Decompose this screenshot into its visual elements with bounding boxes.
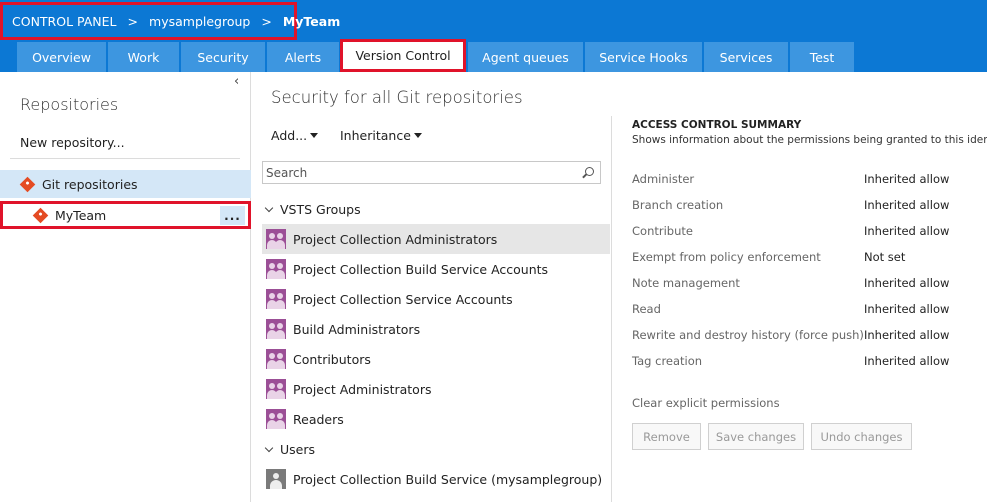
tab-agent-queues[interactable]: Agent queues (468, 42, 583, 72)
repositories-title: Repositories (20, 95, 119, 114)
group-icon (266, 229, 286, 249)
caret-down-icon (413, 133, 422, 138)
permission-name: Contribute (632, 224, 693, 238)
permission-value[interactable]: Inherited allow (864, 172, 949, 186)
permission-name: Tag creation (632, 354, 703, 368)
identity-name: Build Administrators (293, 321, 421, 337)
undo-changes-button[interactable]: Undo changes (811, 423, 912, 450)
identity-name: Project Collection Build Service Account… (293, 261, 549, 277)
breadcrumb-separator: > (127, 13, 139, 29)
group-icon (266, 259, 286, 279)
clear-explicit-permissions-link[interactable]: Clear explicit permissions (632, 396, 780, 410)
permission-value[interactable]: Inherited allow (864, 198, 949, 212)
tab-work[interactable]: Work (108, 42, 179, 72)
tree-item-myteam[interactable]: MyTeam ... (0, 201, 251, 229)
breadcrumb-project[interactable]: MyTeam (283, 14, 340, 29)
page-title: Security for all Git repositories (271, 88, 523, 107)
identity-name: Project Collection Service Accounts (293, 291, 513, 307)
users-header[interactable]: Users (264, 442, 316, 457)
breadcrumb: CONTROL PANEL > mysamplegroup > MyTeam (0, 2, 340, 40)
inheritance-label: Inheritance (340, 128, 411, 143)
save-changes-button[interactable]: Save changes (708, 423, 804, 450)
identity-name: Project Administrators (293, 381, 432, 397)
group-icon (266, 409, 286, 429)
tab-overview[interactable]: Overview (17, 42, 106, 72)
tab-security[interactable]: Security (181, 42, 265, 72)
group-icon (266, 319, 286, 339)
identity-row[interactable]: Build Administrators (262, 314, 610, 344)
permission-value[interactable]: Inherited allow (864, 276, 949, 290)
chevron-down-icon (264, 443, 274, 452)
chevron-down-icon (264, 203, 274, 212)
group-icon (266, 349, 286, 369)
permission-value[interactable]: Inherited allow (864, 302, 949, 316)
identity-row[interactable]: Project Collection Build Service Account… (262, 254, 610, 284)
tab-alerts[interactable]: Alerts (267, 42, 339, 72)
permission-name: Note management (632, 276, 740, 290)
tree-item-label: Git repositories (42, 176, 138, 192)
breadcrumb-control-panel[interactable]: CONTROL PANEL (12, 14, 117, 29)
permission-name: Administer (632, 172, 695, 186)
identity-row[interactable]: Project Collection Administrators (262, 224, 610, 254)
breadcrumb-separator: > (261, 13, 272, 29)
permission-value[interactable]: Inherited allow (864, 354, 949, 368)
group-header-label: VSTS Groups (280, 202, 361, 217)
tab-bar: Overview Work Security Alerts Version Co… (0, 39, 987, 72)
add-label: Add... (271, 128, 308, 143)
identity-row[interactable]: Project Administrators (262, 374, 610, 404)
search-input[interactable]: Search (262, 161, 601, 184)
permission-name: Read (632, 302, 661, 316)
divider (10, 158, 240, 159)
identity-row[interactable]: Readers (262, 404, 610, 434)
git-repo-icon (32, 207, 49, 223)
remove-button[interactable]: Remove (632, 423, 701, 450)
identity-row[interactable]: Project Collection Service Accounts (262, 284, 610, 314)
identity-name: Project Collection Build Service (mysamp… (293, 471, 603, 487)
permission-value[interactable]: Not set (864, 250, 905, 264)
tab-service-hooks[interactable]: Service Hooks (585, 42, 702, 72)
permission-name: Exempt from policy enforcement (632, 250, 821, 264)
git-icon (19, 176, 36, 192)
user-icon (266, 469, 286, 489)
permission-value[interactable]: Inherited allow (864, 328, 949, 342)
summary-description: Shows information about the permissions … (632, 134, 987, 146)
inheritance-menu-button[interactable]: Inheritance (340, 128, 422, 143)
vsts-groups-header[interactable]: VSTS Groups (264, 202, 361, 217)
permission-name: Rewrite and destroy history (force push) (632, 328, 864, 342)
group-header-label: Users (280, 442, 316, 457)
tree-item-label: MyTeam (55, 207, 107, 223)
identity-name: Readers (293, 411, 344, 427)
permission-value[interactable]: Inherited allow (864, 224, 949, 238)
more-actions-button[interactable]: ... (220, 206, 245, 225)
group-icon (266, 379, 286, 399)
tree-item-git-repositories[interactable]: Git repositories (0, 170, 251, 198)
breadcrumb-collection[interactable]: mysamplegroup (149, 14, 250, 29)
tab-services[interactable]: Services (704, 42, 788, 72)
add-menu-button[interactable]: Add... (271, 128, 319, 143)
permission-name: Branch creation (632, 198, 724, 212)
identity-name: Contributors (293, 351, 371, 367)
group-icon (266, 289, 286, 309)
identity-row[interactable]: Contributors (262, 344, 610, 374)
identity-name: Project Collection Administrators (293, 231, 498, 247)
search-icon[interactable] (585, 167, 594, 176)
summary-title: ACCESS CONTROL SUMMARY (632, 119, 802, 131)
tab-version-control[interactable]: Version Control (340, 39, 466, 72)
identity-row[interactable]: Project Collection Build Service (mysamp… (262, 464, 610, 494)
collapse-pane-icon[interactable]: ‹ (234, 74, 239, 89)
search-placeholder: Search (266, 165, 308, 180)
tab-test[interactable]: Test (790, 42, 854, 72)
caret-down-icon (310, 133, 319, 138)
new-repository-link[interactable]: New repository... (20, 135, 125, 150)
divider (611, 116, 612, 502)
